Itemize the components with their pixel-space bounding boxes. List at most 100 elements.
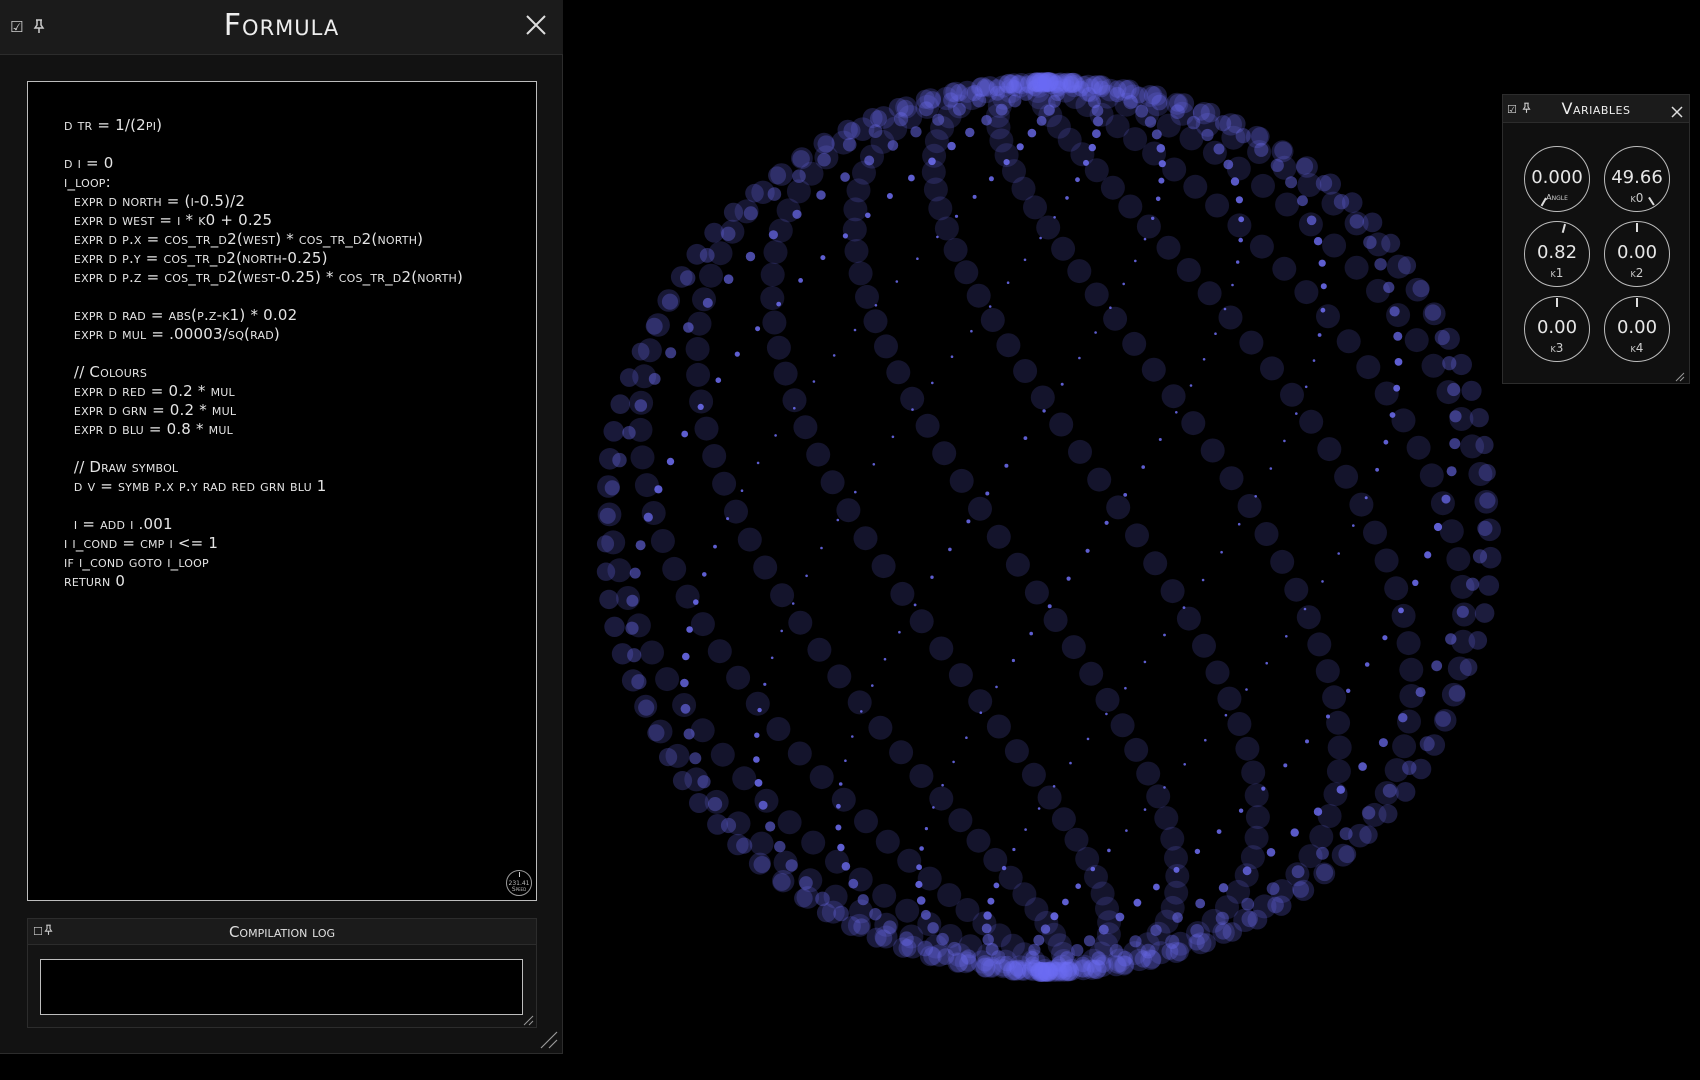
compilation-log-output[interactable] xyxy=(40,959,523,1015)
render-point xyxy=(1227,213,1252,238)
render-point xyxy=(599,589,619,610)
render-point xyxy=(1245,688,1248,691)
render-point xyxy=(966,519,971,524)
render-point xyxy=(754,732,760,738)
render-point xyxy=(763,240,788,265)
render-point xyxy=(1244,825,1269,850)
render-point xyxy=(1396,631,1421,656)
render-point xyxy=(1205,193,1230,218)
render-point xyxy=(1088,143,1096,152)
render-point xyxy=(685,337,710,361)
render-point xyxy=(950,355,954,359)
render-point xyxy=(601,530,626,555)
render-point xyxy=(1477,520,1493,537)
render-point xyxy=(1397,256,1417,275)
render-point xyxy=(1448,685,1466,702)
render-point xyxy=(1110,713,1135,738)
resize-grip-icon[interactable] xyxy=(538,1029,558,1049)
resize-grip-icon[interactable] xyxy=(520,1011,534,1026)
render-point xyxy=(875,829,900,854)
render-point xyxy=(702,444,727,468)
close-icon[interactable] xyxy=(1671,103,1683,122)
render-point xyxy=(854,809,878,834)
render-point xyxy=(707,639,732,664)
render-point xyxy=(1163,633,1166,637)
render-point xyxy=(734,351,740,357)
code-editor[interactable]: d tr = 1/(2pi) d i = 0 i_loop: expr d no… xyxy=(27,81,537,901)
render-point xyxy=(1030,385,1055,410)
render-point xyxy=(1290,828,1299,837)
formula-titlebar[interactable]: ☑ Formula xyxy=(0,0,563,55)
render-point xyxy=(1021,762,1046,787)
knob-k4[interactable]: 0.00 k4 xyxy=(1604,296,1670,362)
render-point xyxy=(1251,173,1275,198)
render-point xyxy=(1109,306,1112,310)
render-point xyxy=(1052,785,1056,788)
render-point xyxy=(1468,631,1488,650)
knob-k3[interactable]: 0.00 k3 xyxy=(1524,296,1590,362)
render-point xyxy=(983,847,1008,872)
render-point xyxy=(763,682,767,686)
render-point xyxy=(694,416,719,441)
render-point xyxy=(836,498,861,523)
render-point xyxy=(1176,258,1201,282)
render-point xyxy=(813,132,835,154)
render-point xyxy=(662,556,687,581)
render-point xyxy=(863,309,888,334)
render-point xyxy=(895,280,899,283)
render-point xyxy=(607,558,632,583)
render-point xyxy=(1419,463,1444,488)
render-point xyxy=(1141,465,1145,469)
render-point xyxy=(1478,464,1496,482)
render-point xyxy=(1374,381,1399,406)
code-text[interactable]: d tr = 1/(2pi) d i = 0 i_loop: expr d no… xyxy=(64,116,463,591)
render-point xyxy=(704,789,729,814)
render-point xyxy=(637,338,662,363)
render-point xyxy=(770,163,793,186)
render-point xyxy=(1391,603,1416,628)
render-point xyxy=(1334,464,1359,489)
render-point xyxy=(1067,259,1092,284)
render-point xyxy=(686,362,711,387)
render-point xyxy=(1283,439,1286,443)
render-point xyxy=(1389,306,1400,317)
render-point xyxy=(1086,737,1090,741)
compilation-log-panel: ☐ Compilation log xyxy=(27,918,537,1028)
render-point xyxy=(657,289,680,312)
render-point xyxy=(855,284,879,309)
render-point xyxy=(629,390,654,415)
render-point xyxy=(954,214,959,218)
knob-k0[interactable]: 49.66 k0 xyxy=(1604,146,1670,212)
resize-grip-icon[interactable] xyxy=(1673,367,1687,382)
render-point xyxy=(838,782,843,786)
close-icon[interactable] xyxy=(525,14,547,40)
variables-titlebar[interactable]: ☑ Variables xyxy=(1503,95,1689,123)
render-point xyxy=(1344,255,1369,280)
render-point xyxy=(690,718,715,743)
render-point xyxy=(886,360,911,385)
render-point xyxy=(1075,883,1081,889)
render-point xyxy=(909,609,934,634)
render-point xyxy=(1456,605,1469,618)
render-point xyxy=(1154,806,1179,831)
render-point xyxy=(812,380,816,383)
render-point xyxy=(1317,437,1342,462)
compilation-log-header[interactable]: ☐ Compilation log xyxy=(28,919,536,945)
render-point xyxy=(1378,804,1398,824)
render-point xyxy=(1479,492,1496,509)
render-point xyxy=(987,897,995,905)
render-point xyxy=(1318,259,1326,267)
speed-dial[interactable]: 231.41 Speed xyxy=(506,870,532,896)
render-point xyxy=(931,381,934,385)
render-point xyxy=(1435,711,1451,727)
render-point xyxy=(1108,80,1127,98)
render-point xyxy=(1430,491,1455,516)
knob-k2[interactable]: 0.00 k2 xyxy=(1604,221,1670,287)
render-point xyxy=(1338,845,1357,864)
render-point xyxy=(820,470,845,495)
knob-k1[interactable]: 0.82 k1 xyxy=(1524,221,1590,287)
render-point xyxy=(1160,826,1185,851)
knob-angle[interactable]: 0.000 Angle xyxy=(1524,146,1590,212)
render-point xyxy=(805,574,808,578)
render-point xyxy=(748,852,771,875)
